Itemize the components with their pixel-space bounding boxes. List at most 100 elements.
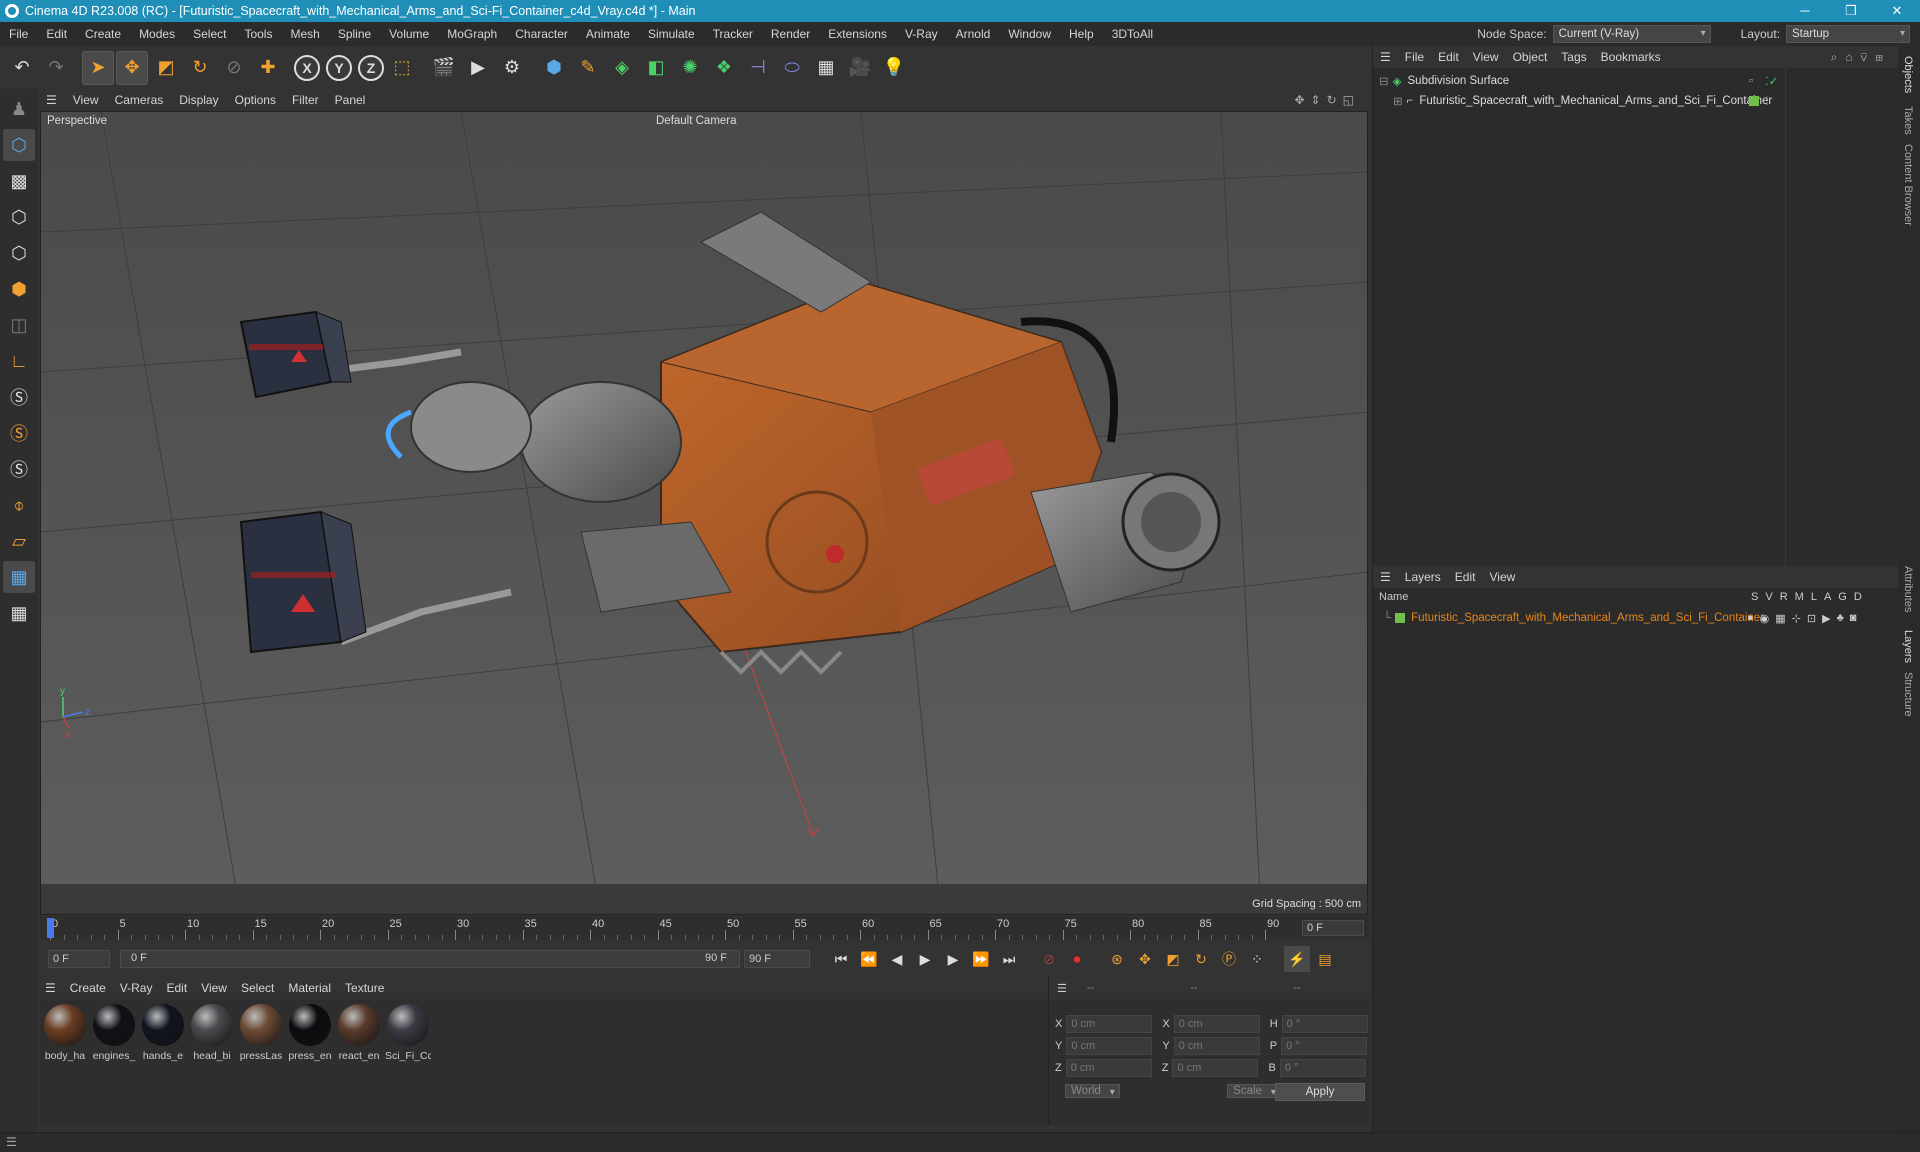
menu-3dtoall[interactable]: 3DToAll [1103, 27, 1162, 41]
layers-menu-view[interactable]: View [1482, 570, 1522, 584]
layer-lock-icon[interactable]: ⊡ [1807, 612, 1816, 625]
go-to-start-icon[interactable]: ⏮ [828, 946, 854, 972]
model-mode-icon[interactable]: ⬡ [3, 129, 35, 161]
material-menu-material[interactable]: Material [281, 981, 338, 995]
tab-objects[interactable]: Objects [1902, 56, 1914, 93]
objects-menu-tags[interactable]: Tags [1554, 50, 1593, 64]
layer-solo-icon[interactable]: ● [1747, 612, 1754, 625]
layout-dropdown[interactable]: Startup [1786, 25, 1910, 43]
light-icon[interactable]: 💡 [878, 51, 910, 85]
menu-extensions[interactable]: Extensions [819, 27, 896, 41]
layer-manager-icon[interactable]: ⊹ [1792, 612, 1801, 625]
pen-spline-icon[interactable]: ✎ [572, 51, 604, 85]
current-frame-field[interactable]: 0 F [1302, 920, 1364, 936]
timeline-ruler[interactable]: 0 5 10 15 20 25 30 35 40 45 50 55 60 65 70 75 80 85 90 0 F [40, 916, 1370, 940]
snap-icon[interactable]: Ⓢ [3, 381, 35, 413]
play-icon[interactable]: ▶ [912, 946, 938, 972]
rotation-p-field[interactable]: 0 ° [1281, 1037, 1368, 1055]
record-disabled-icon[interactable]: ⊘ [1036, 946, 1062, 972]
mograph-icon[interactable]: ❖ [708, 51, 740, 85]
rotation-h-field[interactable]: 0 ° [1281, 1015, 1368, 1033]
key-pla-icon[interactable]: ⁘ [1244, 946, 1270, 972]
size-x-field[interactable]: 0 cm [1173, 1015, 1260, 1033]
apply-button[interactable]: Apply [1275, 1083, 1365, 1101]
layer-deformer-icon[interactable]: ◙ [1850, 612, 1857, 625]
viewport-menu-filter[interactable]: Filter [284, 93, 327, 107]
layers-menu-layers[interactable]: Layers [1398, 570, 1448, 584]
keyframe-selection-icon[interactable]: ⊛ [1104, 946, 1130, 972]
cloner-icon[interactable]: ✺ [674, 51, 706, 85]
objects-search-icons[interactable]: ⌕⌂⊽⊞ [1831, 50, 1899, 65]
coordinate-system-icon[interactable]: ⬚ [386, 51, 418, 85]
menu-file[interactable]: File [0, 27, 37, 41]
tab-structure[interactable]: Structure [1902, 672, 1914, 717]
menu-arnold[interactable]: Arnold [947, 27, 1000, 41]
go-to-end-icon[interactable]: ⏭ [996, 946, 1022, 972]
tree-row-subdivision-surface[interactable]: ⊟ ◈ Subdivision Surface ▫ ⁚✓ [1373, 71, 1899, 91]
material-swatch[interactable]: head_bi [189, 1004, 235, 1062]
undo-icon[interactable]: ↶ [6, 51, 38, 85]
start-frame-field[interactable]: 0 F [48, 950, 110, 968]
material-swatch[interactable]: engines_ [91, 1004, 137, 1062]
material-menu-create[interactable]: Create [63, 981, 113, 995]
position-x-field[interactable]: 0 cm [1066, 1015, 1153, 1033]
cube-icon[interactable]: ⬢ [538, 51, 570, 85]
viewport-menu-panel[interactable]: Panel [327, 93, 374, 107]
layer-render-icon[interactable]: ▦ [1775, 612, 1785, 625]
tab-takes[interactable]: Takes [1902, 106, 1914, 135]
previous-key-icon[interactable]: ⏪ [856, 946, 882, 972]
key-rotation-icon[interactable]: ↻ [1188, 946, 1214, 972]
timeline-window-icon[interactable]: ▤ [1312, 946, 1338, 972]
3d-viewport[interactable]: y z x Perspective Default Camera Grid Sp… [40, 111, 1368, 915]
viewport-menu-options[interactable]: Options [227, 93, 284, 107]
menu-modes[interactable]: Modes [130, 27, 184, 41]
playhead[interactable] [47, 918, 54, 938]
tree-row-spacecraft[interactable]: ⊞ ⌐ Futuristic_Spacecraft_with_Mechanica… [1373, 91, 1899, 111]
floor-icon[interactable]: ▦ [810, 51, 842, 85]
viewport-menu-view[interactable]: View [65, 93, 107, 107]
texture-mode-icon[interactable]: ▩ [3, 165, 35, 197]
material-swatch[interactable]: body_ha [42, 1004, 88, 1062]
menu-window[interactable]: Window [999, 27, 1060, 41]
next-key-icon[interactable]: ⏩ [968, 946, 994, 972]
menu-volume[interactable]: Volume [380, 27, 438, 41]
z-axis-lock-icon[interactable]: Z [358, 54, 384, 81]
material-hamburger-icon[interactable]: ☰ [38, 981, 63, 995]
add-icon[interactable]: ✚ [252, 51, 284, 85]
layer-color-swatch[interactable] [1749, 96, 1759, 106]
workplane-lock-icon[interactable]: ▦ [3, 597, 35, 629]
menu-mesh[interactable]: Mesh [281, 27, 328, 41]
position-y-field[interactable]: 0 cm [1066, 1037, 1153, 1055]
layer-color-swatch[interactable] [1395, 613, 1406, 623]
polygons-mode-icon[interactable]: ⬢ [3, 273, 35, 305]
material-swatch[interactable]: hands_e [140, 1004, 186, 1062]
previous-frame-icon[interactable]: ◀ [884, 946, 910, 972]
visibility-dots-icon[interactable]: ⁚ [1765, 94, 1769, 108]
tab-attributes[interactable]: Attributes [1902, 566, 1914, 612]
position-z-field[interactable]: 0 cm [1065, 1059, 1152, 1077]
key-scale-icon[interactable]: ◩ [1160, 946, 1186, 972]
restore-icon[interactable]: ❐ [1828, 3, 1874, 19]
status-hamburger-icon[interactable]: ☰ [6, 1135, 17, 1149]
render-view-icon[interactable]: 🎬 [428, 51, 460, 85]
scale-tool-icon[interactable]: ◩ [150, 51, 182, 85]
menu-vray[interactable]: V-Ray [896, 27, 947, 41]
select-tool-icon[interactable]: ➤ [82, 50, 114, 85]
coords-hamburger-icon[interactable]: ☰ [1049, 982, 1075, 995]
camera-icon[interactable]: 🎥 [844, 51, 876, 85]
menu-animate[interactable]: Animate [577, 27, 639, 41]
menu-create[interactable]: Create [76, 27, 130, 41]
size-mode-dropdown[interactable]: Scale [1227, 1084, 1281, 1098]
edit-check-icon[interactable]: ▫ [1749, 75, 1753, 87]
menu-spline[interactable]: Spline [329, 27, 380, 41]
menu-tools[interactable]: Tools [235, 27, 281, 41]
snap-settings-icon[interactable]: Ⓢ [3, 417, 35, 449]
y-axis-lock-icon[interactable]: Y [326, 54, 352, 81]
points-mode-icon[interactable]: ⬡ [3, 201, 35, 233]
frame-range-slider[interactable]: 0 F 90 F [120, 950, 740, 968]
tab-layers[interactable]: Layers [1902, 630, 1914, 663]
menu-edit[interactable]: Edit [37, 27, 76, 41]
menu-help[interactable]: Help [1060, 27, 1103, 41]
material-menu-texture[interactable]: Texture [338, 981, 391, 995]
layers-hamburger-icon[interactable]: ☰ [1373, 570, 1398, 584]
